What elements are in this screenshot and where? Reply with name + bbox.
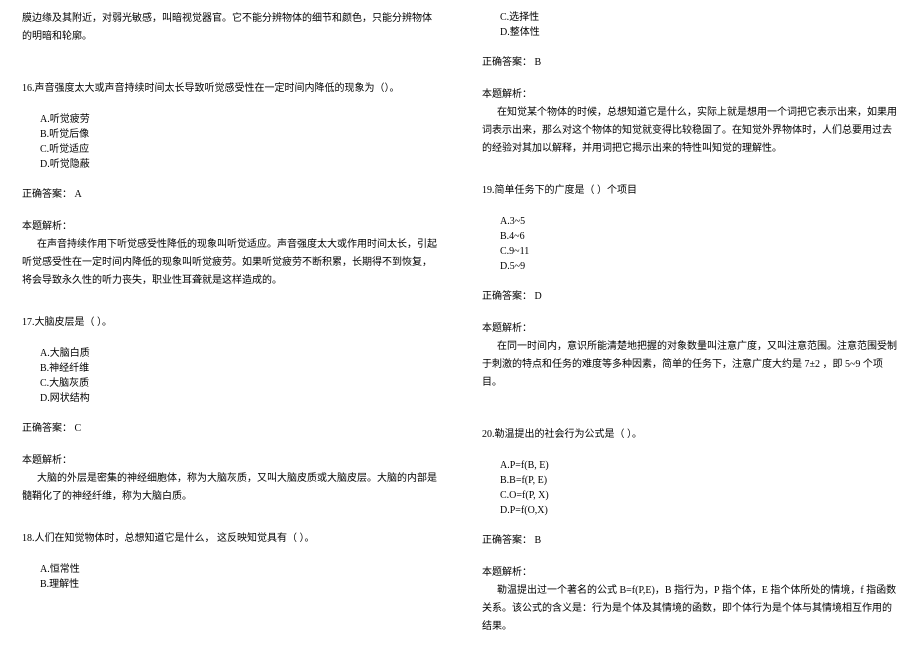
q16-answer: 正确答案： A	[22, 186, 438, 204]
q19-title: 19.简单任务下的广度是（ ）个项目	[482, 182, 898, 200]
q17-options: A.大脑白质 B.神经纤维 C.大脑灰质 D.网状结构	[22, 346, 438, 406]
q19-opt-c: C.9~11	[500, 244, 898, 259]
q16-opt-a: A.听觉疲劳	[40, 112, 438, 127]
q16-opt-d: D.听觉隐蔽	[40, 157, 438, 172]
q19-opt-a: A.3~5	[500, 214, 898, 229]
q20-opt-c: C.O=f(P, X)	[500, 488, 898, 503]
q20-analysis-text: 勒温提出过一个著名的公式 B=f(P,E)，B 指行为，P 指个体，E 指个体所…	[482, 582, 898, 636]
q18-analysis-label: 本题解析：	[482, 86, 898, 104]
q19-answer: 正确答案： D	[482, 288, 898, 306]
q18-options-partial: A.恒常性 B.理解性	[22, 562, 438, 592]
q17-opt-c: C.大脑灰质	[40, 376, 438, 391]
q16-opt-c: C.听觉适应	[40, 142, 438, 157]
q18-title: 18.人们在知觉物体时，总想知道它是什么， 这反映知觉具有（ ）。	[22, 530, 438, 548]
q18-opt-c: C.选择性	[500, 10, 898, 25]
q17-opt-b: B.神经纤维	[40, 361, 438, 376]
q16-analysis-text: 在声音持续作用下听觉感受性降低的现象叫听觉适应。声音强度太大或作用时间太长，引起…	[22, 236, 438, 290]
q20-answer: 正确答案： B	[482, 532, 898, 550]
q18-opt-b: B.理解性	[40, 577, 438, 592]
q18-answer: 正确答案： B	[482, 54, 898, 72]
q18-opt-a: A.恒常性	[40, 562, 438, 577]
q20-opt-a: A.P=f(B, E)	[500, 458, 898, 473]
q19-analysis-label: 本题解析：	[482, 320, 898, 338]
q19-opt-b: B.4~6	[500, 229, 898, 244]
right-column: C.选择性 D.整体性 正确答案： B 本题解析： 在知觉某个物体的时候，总想知…	[460, 10, 920, 641]
q17-analysis-label: 本题解析：	[22, 452, 438, 470]
q20-opt-d: D.P=f(O,X)	[500, 503, 898, 518]
q20-title: 20.勒温提出的社会行为公式是（ ）。	[482, 426, 898, 444]
q19-options: A.3~5 B.4~6 C.9~11 D.5~9	[482, 214, 898, 274]
q16-analysis-label: 本题解析：	[22, 218, 438, 236]
q20-opt-b: B.B=f(P, E)	[500, 473, 898, 488]
top-fragment: 膜边缘及其附近，对弱光敏感，叫暗视觉器官。它不能分辨物体的细节和颜色，只能分辨物…	[22, 10, 438, 46]
q18-analysis-text: 在知觉某个物体的时候，总想知道它是什么，实际上就是想用一个词把它表示出来，如果用…	[482, 104, 898, 158]
q16-opt-b: B.听觉后像	[40, 127, 438, 142]
q17-analysis-text: 大脑的外层是密集的神经细胞体，称为大脑灰质，又叫大脑皮质或大脑皮层。大脑的内部是…	[22, 470, 438, 506]
q18-analysis: 本题解析： 在知觉某个物体的时候，总想知道它是什么，实际上就是想用一个词把它表示…	[482, 86, 898, 158]
q18-opt-d: D.整体性	[500, 25, 898, 40]
left-column: 膜边缘及其附近，对弱光敏感，叫暗视觉器官。它不能分辨物体的细节和颜色，只能分辨物…	[0, 10, 460, 641]
q19-analysis-text: 在同一时间内，意识所能清楚地把握的对象数量叫注意广度，又叫注意范围。注意范围受制…	[482, 338, 898, 392]
q16-title: 16.声音强度太大或声音持续时间太长导致听觉感受性在一定时间内降低的现象为（）。	[22, 80, 438, 98]
q16-analysis: 本题解析： 在声音持续作用下听觉感受性降低的现象叫听觉适应。声音强度太大或作用时…	[22, 218, 438, 290]
q20-analysis-label: 本题解析：	[482, 564, 898, 582]
q19-opt-d: D.5~9	[500, 259, 898, 274]
q17-analysis: 本题解析： 大脑的外层是密集的神经细胞体，称为大脑灰质，又叫大脑皮质或大脑皮层。…	[22, 452, 438, 506]
q17-opt-a: A.大脑白质	[40, 346, 438, 361]
q20-analysis: 本题解析： 勒温提出过一个著名的公式 B=f(P,E)，B 指行为，P 指个体，…	[482, 564, 898, 636]
q20-options: A.P=f(B, E) B.B=f(P, E) C.O=f(P, X) D.P=…	[482, 458, 898, 518]
q19-analysis: 本题解析： 在同一时间内，意识所能清楚地把握的对象数量叫注意广度，又叫注意范围。…	[482, 320, 898, 392]
q18-options-cont: C.选择性 D.整体性	[482, 10, 898, 40]
q17-opt-d: D.网状结构	[40, 391, 438, 406]
q17-answer: 正确答案： C	[22, 420, 438, 438]
q17-title: 17.大脑皮层是（ ）。	[22, 314, 438, 332]
q16-options: A.听觉疲劳 B.听觉后像 C.听觉适应 D.听觉隐蔽	[22, 112, 438, 172]
